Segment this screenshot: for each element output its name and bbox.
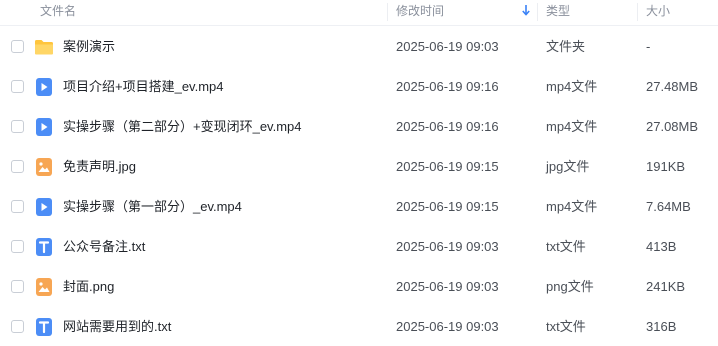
file-size: 413B — [646, 239, 677, 254]
file-name[interactable]: 公众号备注.txt — [63, 227, 145, 267]
file-modified-time: 2025-06-19 09:16 — [396, 119, 499, 134]
folder-icon — [34, 37, 54, 57]
file-type: txt文件 — [546, 319, 586, 334]
file-size: 27.48MB — [646, 79, 699, 94]
file-name[interactable]: 网站需要用到的.txt — [63, 307, 171, 346]
column-divider[interactable] — [387, 3, 388, 21]
column-header-size[interactable]: 大小 — [646, 0, 670, 26]
file-name[interactable]: 案例演示 — [63, 27, 115, 67]
video-file-icon — [34, 117, 54, 137]
file-type: png文件 — [546, 279, 594, 294]
row-checkbox[interactable] — [11, 80, 24, 93]
column-header-type[interactable]: 类型 — [546, 0, 570, 26]
row-checkbox[interactable] — [11, 200, 24, 213]
column-header-modified[interactable]: 修改时间 — [396, 0, 444, 26]
file-row[interactable]: 封面.png 2025-06-19 09:03 png文件 241KB — [0, 267, 718, 307]
file-type: 文件夹 — [546, 39, 586, 54]
image-file-icon — [34, 277, 54, 297]
file-type: mp4文件 — [546, 79, 598, 94]
row-checkbox[interactable] — [11, 120, 24, 133]
file-size: - — [646, 39, 651, 54]
file-name[interactable]: 实操步骤（第二部分）+变现闭环_ev.mp4 — [63, 107, 302, 147]
row-checkbox[interactable] — [11, 160, 24, 173]
file-row[interactable]: 项目介绍+项目搭建_ev.mp4 2025-06-19 09:16 mp4文件 27.… — [0, 67, 718, 107]
file-modified-time: 2025-06-19 09:15 — [396, 199, 499, 214]
file-size: 7.64MB — [646, 199, 691, 214]
file-modified-time: 2025-06-19 09:16 — [396, 79, 499, 94]
row-checkbox[interactable] — [11, 280, 24, 293]
column-divider[interactable] — [637, 3, 638, 21]
row-checkbox[interactable] — [11, 40, 24, 53]
row-checkbox[interactable] — [11, 320, 24, 333]
file-modified-time: 2025-06-19 09:15 — [396, 159, 499, 174]
file-modified-time: 2025-06-19 09:03 — [396, 319, 499, 334]
text-file-icon — [34, 237, 54, 257]
image-file-icon — [34, 157, 54, 177]
file-row[interactable]: 网站需要用到的.txt 2025-06-19 09:03 txt文件 316B — [0, 307, 718, 346]
file-row[interactable]: 案例演示 2025-06-19 09:03 文件夹 - — [0, 27, 718, 67]
file-row[interactable]: 实操步骤（第二部分）+变现闭环_ev.mp4 2025-06-19 09:16 mp… — [0, 107, 718, 147]
column-header-name[interactable]: 文件名 — [40, 0, 76, 26]
file-name[interactable]: 项目介绍+项目搭建_ev.mp4 — [63, 67, 224, 107]
file-size: 27.08MB — [646, 119, 699, 134]
file-row[interactable]: 公众号备注.txt 2025-06-19 09:03 txt文件 413B — [0, 227, 718, 267]
file-name[interactable]: 免责声明.jpg — [63, 147, 136, 187]
file-size: 191KB — [646, 159, 686, 174]
file-list-header: 文件名 修改时间 类型 大小 — [0, 0, 718, 26]
file-modified-time: 2025-06-19 09:03 — [396, 239, 499, 254]
file-name[interactable]: 实操步骤（第一部分）_ev.mp4 — [63, 187, 242, 227]
file-size: 316B — [646, 319, 677, 334]
file-modified-time: 2025-06-19 09:03 — [396, 39, 499, 54]
file-row[interactable]: 免责声明.jpg 2025-06-19 09:15 jpg文件 191KB — [0, 147, 718, 187]
column-divider[interactable] — [537, 3, 538, 21]
video-file-icon — [34, 197, 54, 217]
file-name[interactable]: 封面.png — [63, 267, 114, 307]
file-type: mp4文件 — [546, 199, 598, 214]
file-type: jpg文件 — [546, 159, 590, 174]
file-type: mp4文件 — [546, 119, 598, 134]
file-type: txt文件 — [546, 239, 586, 254]
file-size: 241KB — [646, 279, 686, 294]
sort-descending-icon[interactable] — [521, 2, 531, 18]
video-file-icon — [34, 77, 54, 97]
text-file-icon — [34, 317, 54, 337]
row-checkbox[interactable] — [11, 240, 24, 253]
file-row[interactable]: 实操步骤（第一部分）_ev.mp4 2025-06-19 09:15 mp4文件 7.… — [0, 187, 718, 227]
file-modified-time: 2025-06-19 09:03 — [396, 279, 499, 294]
